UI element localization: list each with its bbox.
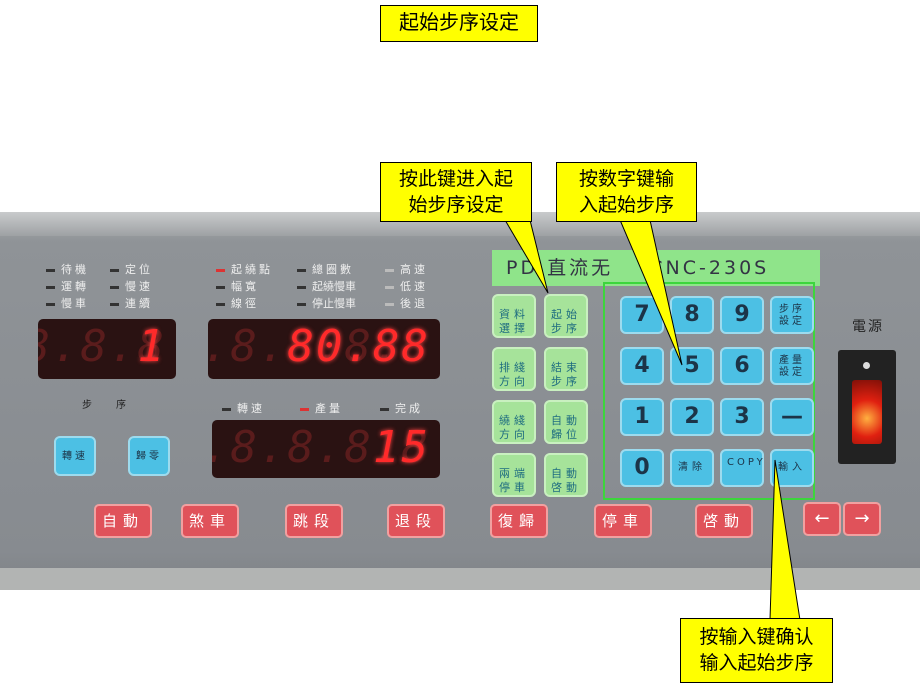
callout-line: 始步序设定 (408, 194, 504, 216)
callout-pointers (504, 219, 801, 621)
callout-line: 按数字键输 (578, 168, 674, 190)
callout-line: 按此键进入起 (398, 168, 513, 190)
callout-enter-key: 按此键进入起 始步序设定 (380, 162, 532, 222)
callout-line: 按输入键确认 (699, 626, 814, 648)
page-title: 起始步序设定 (380, 5, 538, 42)
callout-digits: 按数字键输 入起始步序 (556, 162, 697, 222)
pointer-confirm (769, 459, 801, 621)
callout-line: 入起始步序 (578, 194, 674, 216)
pointer-digits (619, 219, 683, 366)
pointer-enter-key (504, 219, 549, 294)
callout-line: 输入起始步序 (699, 652, 814, 674)
callout-confirm: 按输入键确认 输入起始步序 (680, 618, 833, 683)
